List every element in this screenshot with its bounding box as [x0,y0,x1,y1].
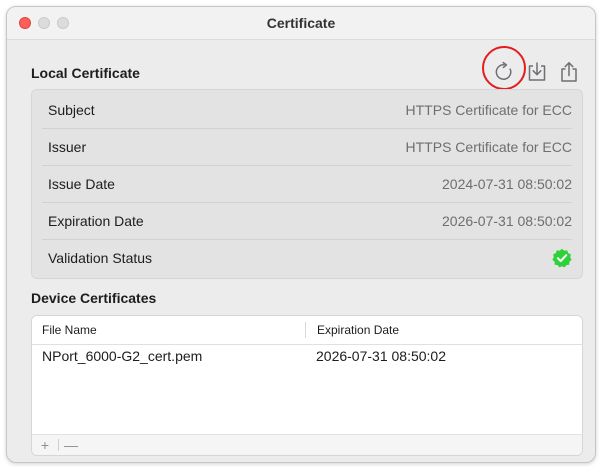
issue-date-value: 2024-07-31 08:50:02 [442,176,572,192]
file-name-cell: NPort_6000-G2_cert.pem [42,348,203,364]
share-icon[interactable] [556,59,582,85]
add-certificate-button[interactable]: + [36,435,54,455]
issuer-value: HTTPS Certificate for ECC [405,139,572,155]
subject-row: Subject HTTPS Certificate for ECC [42,92,572,129]
refresh-highlight-ring [482,46,526,90]
issue-date-row: Issue Date 2024-07-31 08:50:02 [42,166,572,203]
expiration-cell: 2026-07-31 08:50:02 [316,348,446,364]
issue-date-label: Issue Date [48,176,115,192]
validation-status-label: Validation Status [48,250,153,266]
local-certificate-panel: Subject HTTPS Certificate for ECC Issuer… [31,89,583,279]
table-row[interactable]: NPort_6000-G2_cert.pem 2026-07-31 08:50:… [32,344,582,368]
issuer-label: Issuer [48,139,87,155]
expiration-date-label: Expiration Date [48,213,144,229]
download-icon[interactable] [524,59,550,85]
table-header: File Name Expiration Date [32,316,582,345]
column-separator [305,322,306,338]
valid-check-icon [552,248,572,268]
device-certificates-table: File Name Expiration Date NPort_6000-G2_… [31,315,583,456]
expiration-date-row: Expiration Date 2026-07-31 08:50:02 [42,203,572,240]
issuer-row: Issuer HTTPS Certificate for ECC [42,129,572,166]
validation-status-row: Validation Status [42,240,572,276]
expiration-date-value: 2026-07-31 08:50:02 [442,213,572,229]
subject-value: HTTPS Certificate for ECC [405,102,572,118]
local-certificate-heading: Local Certificate [31,65,140,81]
certificate-window: Certificate Local Certificate Subject HT… [6,6,596,463]
footer-separator [58,439,59,451]
remove-certificate-button[interactable]: — [62,435,80,455]
file-name-column-header[interactable]: File Name [42,316,97,344]
expiration-date-column-header[interactable]: Expiration Date [317,316,399,344]
device-certificates-heading: Device Certificates [31,290,157,306]
table-footer: + — [32,434,582,455]
subject-label: Subject [48,102,95,118]
window-title: Certificate [266,15,336,31]
title-bar: Certificate [7,7,595,40]
